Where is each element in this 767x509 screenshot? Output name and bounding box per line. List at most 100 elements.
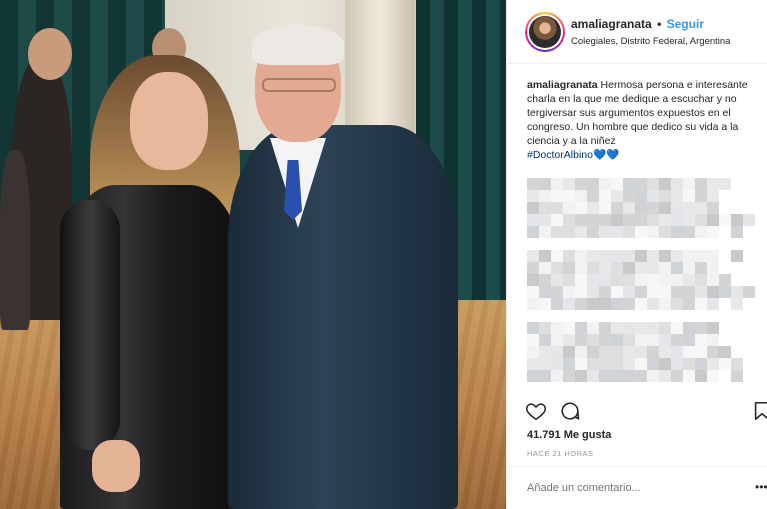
pixelation-cell: [695, 214, 707, 226]
pixelation-cell: [551, 286, 563, 298]
pixelation-cell: [671, 262, 683, 274]
pixelation-cell: [671, 298, 683, 310]
pixelation-cell: [563, 298, 575, 310]
avatar[interactable]: [525, 12, 565, 52]
pixelation-cell: [539, 322, 551, 334]
pixelation-cell: [731, 286, 743, 298]
pixelation-cell: [623, 202, 635, 214]
pixelation-cell: [635, 358, 647, 370]
pixelation-cell: [683, 274, 695, 286]
pixelation-cell: [599, 274, 611, 286]
pixelation-cell: [671, 334, 683, 346]
post-photo[interactable]: [0, 0, 506, 509]
pixelation-cell: [635, 238, 647, 250]
pixelation-cell: [527, 334, 539, 346]
background-person-head: [28, 28, 72, 80]
pixelation-cell: [635, 202, 647, 214]
blurred-comments: [527, 178, 755, 394]
pixelation-cell: [587, 214, 599, 226]
pixelation-cell: [599, 382, 611, 394]
heart-icon[interactable]: [525, 400, 547, 422]
separator-dot: •: [657, 17, 662, 31]
pixelation-cell: [587, 310, 599, 322]
pixelation-cell: [707, 334, 719, 346]
pixelation-cell: [551, 310, 563, 322]
pixelation-cell: [743, 334, 755, 346]
follow-button[interactable]: Seguir: [667, 17, 704, 31]
pixelation-cell: [539, 262, 551, 274]
likes-count[interactable]: 41.791 Me gusta: [527, 429, 611, 441]
pixelation-cell: [647, 178, 659, 190]
pixelation-cell: [719, 262, 731, 274]
pixelation-cell: [647, 190, 659, 202]
caption-username[interactable]: amaliagranata: [527, 79, 598, 91]
avatar-image: [529, 16, 561, 48]
pixelation-cell: [695, 346, 707, 358]
pixelation-cell: [539, 274, 551, 286]
pixelation-cell: [635, 370, 647, 382]
pixelation-cell: [647, 274, 659, 286]
pixelation-cell: [695, 274, 707, 286]
pixelation-cell: [659, 310, 671, 322]
pixelation-cell: [611, 226, 623, 238]
pixelation-cell: [683, 286, 695, 298]
pixelation-cell: [743, 226, 755, 238]
post-timestamp: HACE 21 HORAS: [527, 449, 594, 458]
pixelation-cell: [623, 334, 635, 346]
pixelation-cell: [731, 298, 743, 310]
username-link[interactable]: amaliagranata: [571, 17, 652, 31]
pixelation-cell: [539, 214, 551, 226]
pixelation-cell: [611, 178, 623, 190]
pixelation-cell: [587, 286, 599, 298]
pixelation-cell: [659, 238, 671, 250]
pixelation-cell: [635, 298, 647, 310]
bookmark-icon[interactable]: [751, 400, 767, 422]
pixelation-cell: [527, 298, 539, 310]
pixelation-cell: [599, 262, 611, 274]
man-coat: [228, 125, 458, 509]
location-link[interactable]: Colegiales, Distrito Federal, Argentina: [571, 36, 730, 47]
pixelation-cell: [539, 190, 551, 202]
pixelation-cell: [695, 382, 707, 394]
pixelation-cell: [599, 178, 611, 190]
pixelation-cell: [587, 238, 599, 250]
pixelation-cell: [659, 214, 671, 226]
pixelation-cell: [731, 262, 743, 274]
pixelation-cell: [671, 370, 683, 382]
pixelation-cell: [659, 298, 671, 310]
pixelation-cell: [659, 334, 671, 346]
pixelation-cell: [731, 334, 743, 346]
pixelation-cell: [563, 382, 575, 394]
pixelation-cell: [707, 178, 719, 190]
pixelation-cell: [563, 226, 575, 238]
hashtag-link[interactable]: #DoctorAlbino: [527, 149, 593, 161]
pixelation-cell: [623, 226, 635, 238]
pixelation-cell: [611, 202, 623, 214]
pixelation-cell: [527, 346, 539, 358]
pixelation-cell: [719, 382, 731, 394]
pixelation-cell: [731, 346, 743, 358]
comment-input[interactable]: [527, 482, 727, 494]
pixelation-cell: [539, 202, 551, 214]
pixelation-cell: [587, 190, 599, 202]
comment-icon[interactable]: [559, 400, 581, 422]
pixelation-cell: [611, 310, 623, 322]
pixelation-cell: [611, 370, 623, 382]
pixelation-cell: [671, 274, 683, 286]
pixelation-cell: [707, 370, 719, 382]
pixelation-cell: [623, 370, 635, 382]
pixelation-cell: [695, 322, 707, 334]
pixelation-cell: [743, 382, 755, 394]
pixelation-cell: [587, 334, 599, 346]
pixelation-cell: [719, 358, 731, 370]
pixelation-cell: [683, 322, 695, 334]
pixelation-cell: [551, 322, 563, 334]
pixelation-cell: [743, 238, 755, 250]
pixelation-cell: [575, 310, 587, 322]
pixelation-cell: [731, 358, 743, 370]
pixelation-cell: [659, 226, 671, 238]
pixelation-cell: [611, 322, 623, 334]
pixelation-cell: [527, 358, 539, 370]
more-options-icon[interactable]: •••: [755, 480, 767, 494]
pixelation-cell: [695, 334, 707, 346]
